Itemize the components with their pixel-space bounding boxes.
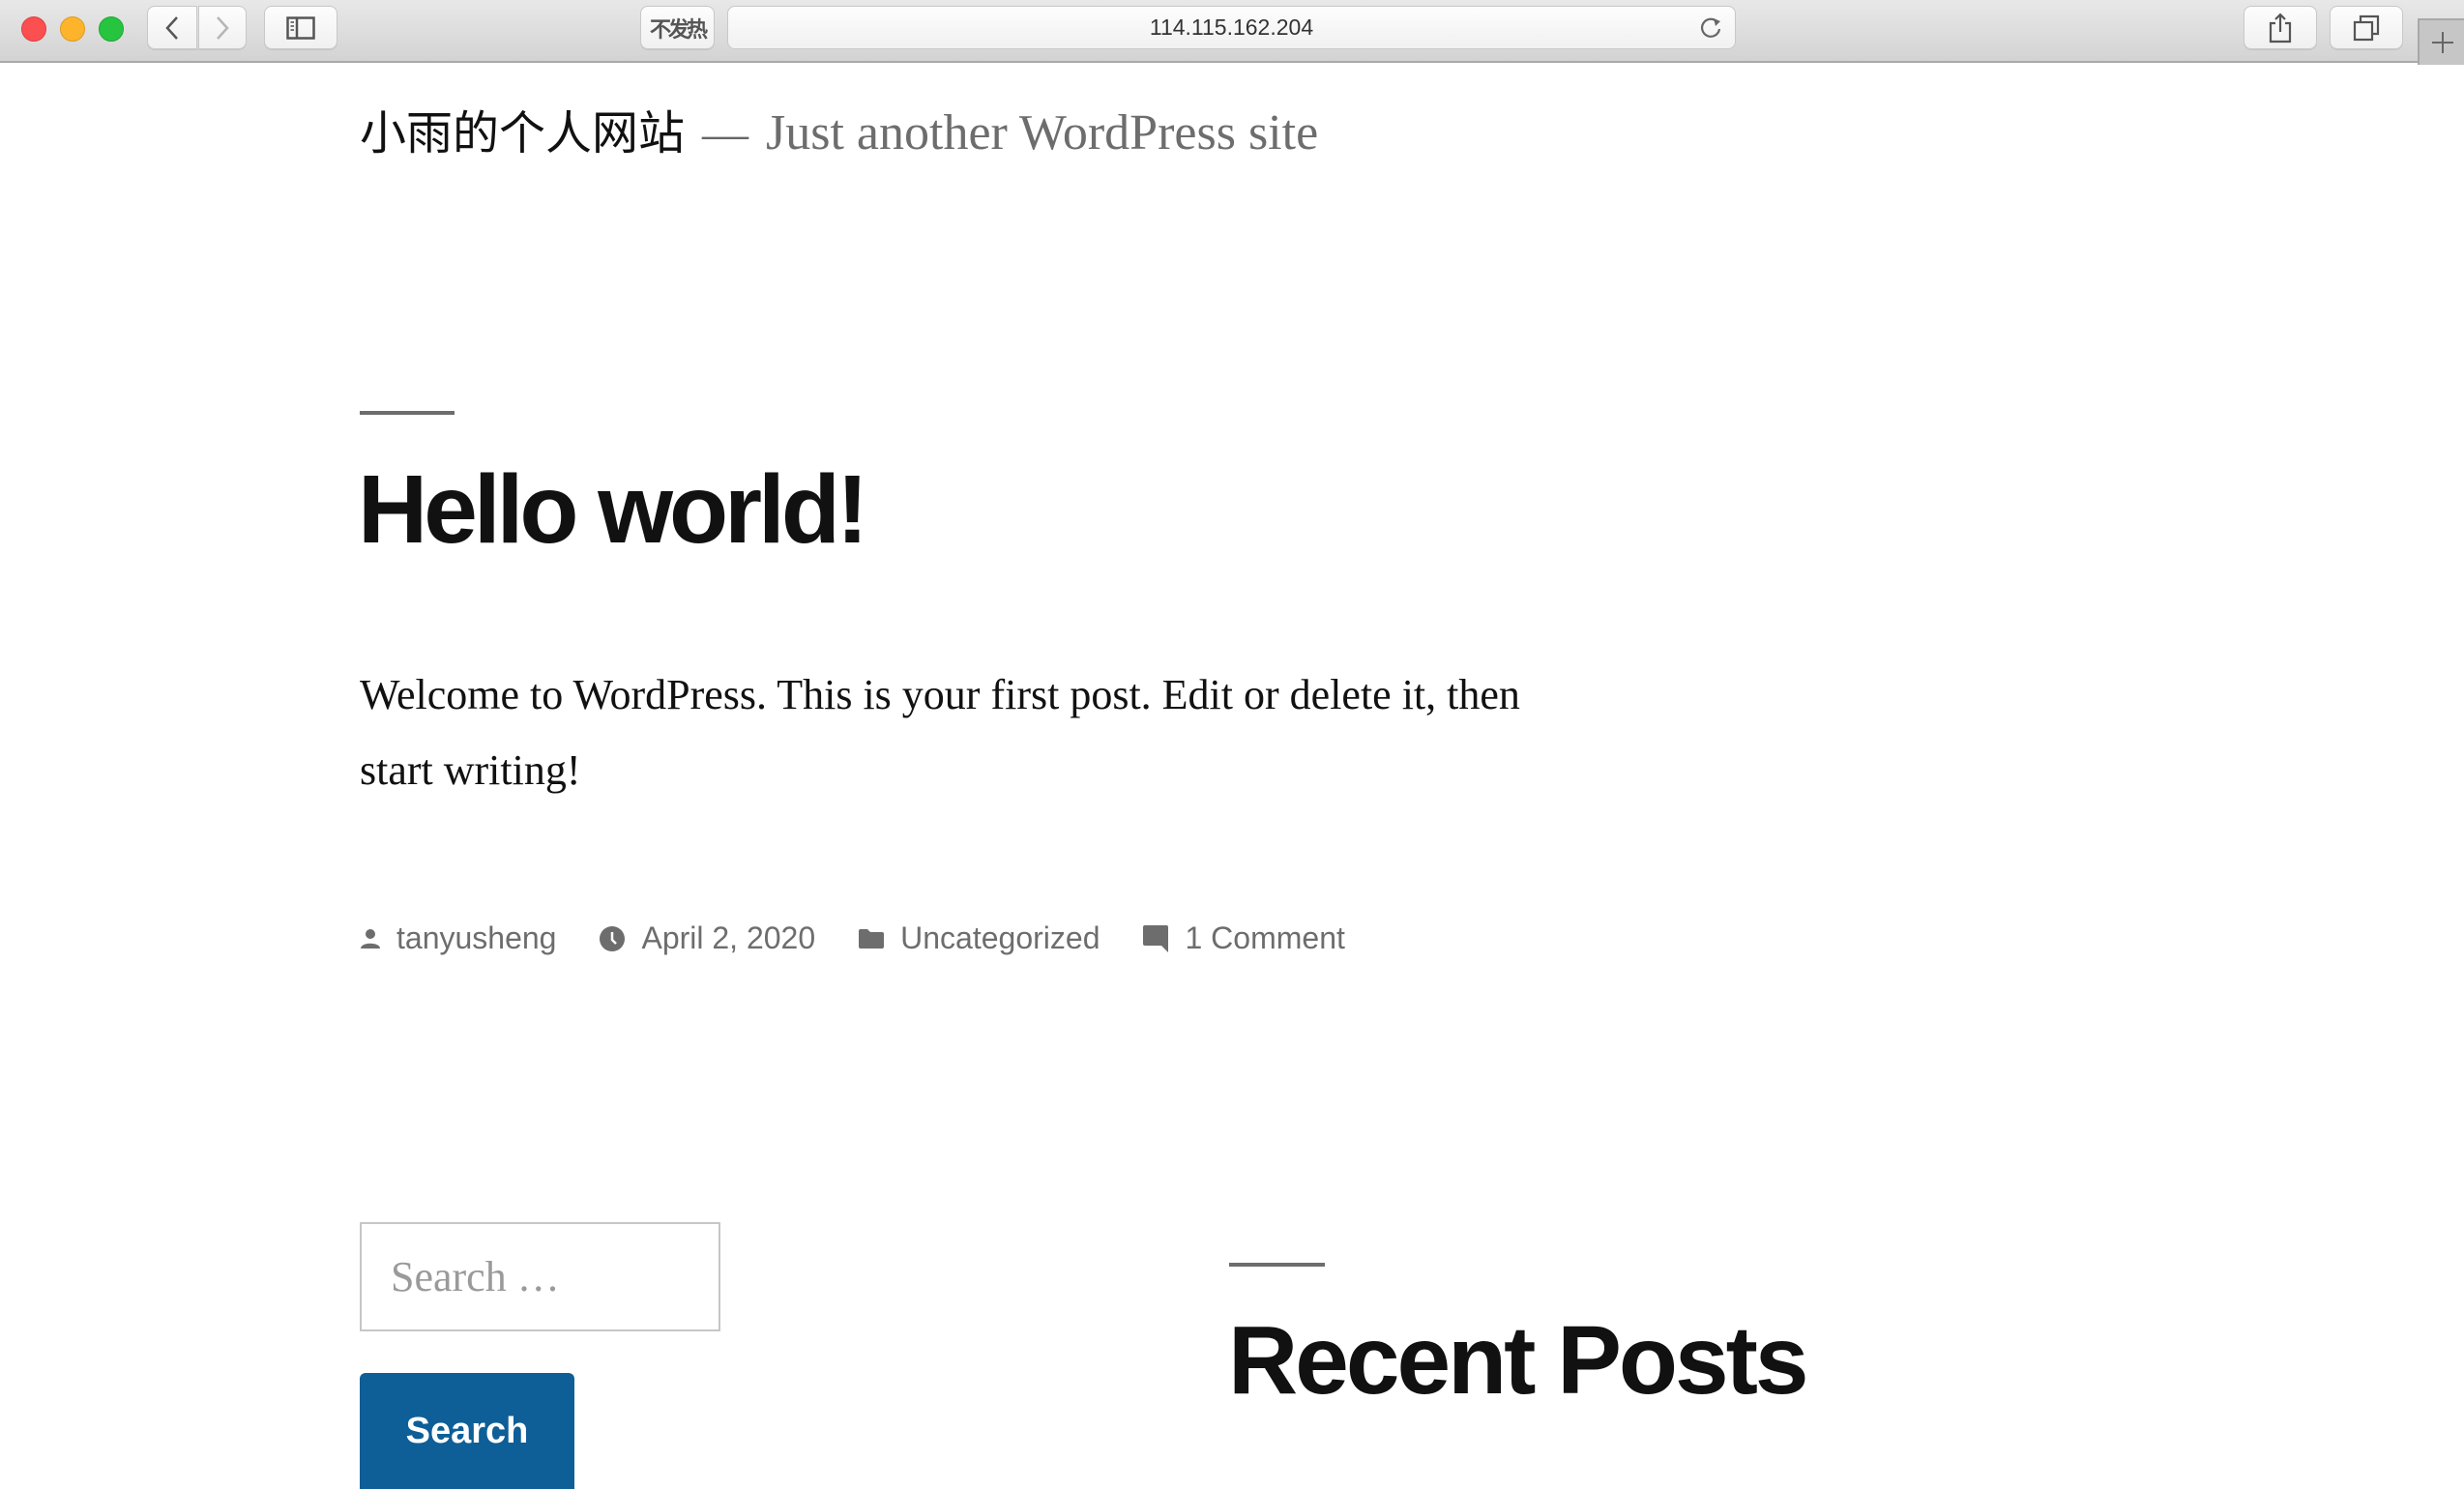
recent-posts-heading: Recent Posts (1228, 1306, 1809, 1415)
chevron-left-icon (165, 15, 178, 40)
clock-icon (600, 925, 626, 951)
category-link[interactable]: Uncategorized (900, 920, 1100, 956)
post-comments: 1 Comment (1142, 920, 1345, 956)
address-text: 114.115.162.204 (1149, 15, 1314, 40)
back-button[interactable] (147, 6, 197, 49)
widget-divider (1229, 1263, 1325, 1267)
address-bar[interactable]: 114.115.162.204 (727, 6, 1736, 49)
post-title[interactable]: Hello world! (358, 454, 868, 566)
post-date: April 2, 2020 (599, 920, 815, 956)
extension-label: 不发热 (649, 16, 708, 42)
minimize-window-button[interactable] (60, 16, 85, 42)
comment-icon (1143, 924, 1169, 952)
comments-link[interactable]: 1 Comment (1185, 920, 1344, 956)
new-tab-button[interactable] (2418, 18, 2464, 65)
post-content: Welcome to WordPress. This is your first… (360, 671, 1520, 794)
post-category: Uncategorized (858, 920, 1100, 956)
sidebar-toggle-button[interactable] (264, 6, 337, 49)
plus-icon (2432, 32, 2453, 53)
site-description: Just another WordPress site (766, 105, 1319, 161)
post-divider (360, 411, 455, 415)
site-header: 小雨的个人网站 — Just another WordPress site (360, 95, 1318, 162)
browser-toolbar: 不发热 114.115.162.204 (0, 0, 2464, 65)
forward-button[interactable] (198, 6, 247, 49)
site-title-link[interactable]: 小雨的个人网站 (360, 95, 685, 162)
share-icon (2269, 12, 2292, 43)
extension-button[interactable]: 不发热 (640, 6, 715, 49)
sidebar-icon (286, 15, 315, 40)
post-meta: tanyusheng April 2, 2020 Uncategorized 1… (360, 920, 1388, 956)
tabs-overview-icon (2353, 15, 2380, 41)
title-separator: — (702, 108, 749, 160)
share-button[interactable] (2244, 6, 2317, 49)
search-button[interactable]: Search (360, 1373, 574, 1489)
author-link[interactable]: tanyusheng (396, 920, 556, 956)
folder-icon (859, 928, 885, 949)
reload-icon[interactable] (1698, 15, 1723, 41)
tab-overview-button[interactable] (2330, 6, 2403, 49)
zoom-window-button[interactable] (99, 16, 124, 42)
date-link[interactable]: April 2, 2020 (641, 920, 815, 956)
post-author: tanyusheng (360, 920, 556, 956)
person-icon (361, 928, 380, 949)
chevron-right-icon (217, 15, 229, 40)
close-window-button[interactable] (21, 16, 46, 42)
search-input[interactable] (360, 1222, 720, 1331)
